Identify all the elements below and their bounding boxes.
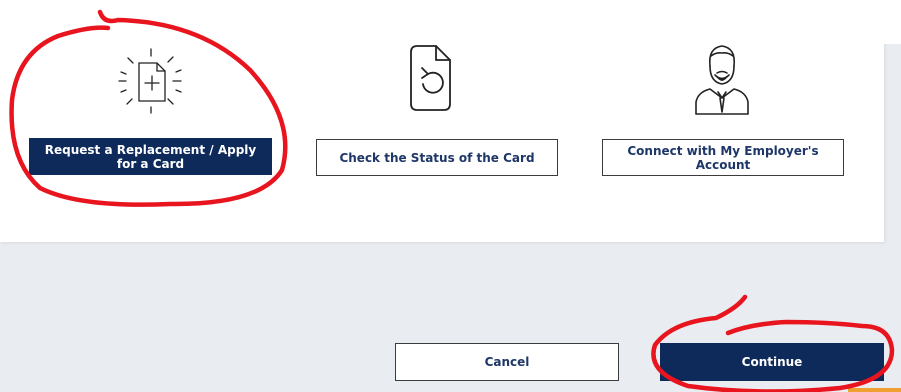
bottom-accent-strip <box>848 388 901 392</box>
page: Request a Replacement / Apply for a Card… <box>0 0 901 392</box>
document-refresh-icon <box>410 45 451 111</box>
options-panel: Request a Replacement / Apply for a Card… <box>0 0 884 242</box>
panel-edge <box>884 0 901 44</box>
cancel-button[interactable]: Cancel <box>395 343 619 381</box>
option-connect-employer[interactable]: Connect with My Employer's Account <box>580 0 880 200</box>
check-status-button[interactable]: Check the Status of the Card <box>316 139 558 176</box>
option-check-status[interactable]: Check the Status of the Card <box>300 0 580 200</box>
continue-button[interactable]: Continue <box>660 343 884 381</box>
connect-employer-button[interactable]: Connect with My Employer's Account <box>602 139 844 176</box>
new-document-icon <box>118 48 182 114</box>
option-request-replacement[interactable]: Request a Replacement / Apply for a Card <box>0 0 300 200</box>
employer-person-icon <box>695 45 749 115</box>
request-replacement-button[interactable]: Request a Replacement / Apply for a Card <box>29 138 272 175</box>
